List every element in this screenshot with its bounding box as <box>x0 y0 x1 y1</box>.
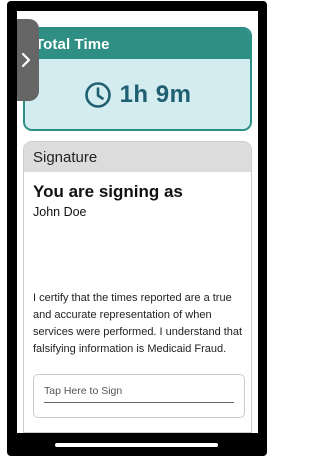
total-time-header: Total Time <box>25 29 250 59</box>
certification-text: I certify that the times reported are a … <box>33 292 243 355</box>
signature-input[interactable]: Tap Here to Sign <box>33 374 245 418</box>
total-time-row: 1h 9m <box>25 59 250 129</box>
total-time-card: Total Time 1h 9m <box>23 27 252 131</box>
signature-line <box>44 402 234 403</box>
chevron-right-icon <box>21 53 31 67</box>
phone-frame: Total Time 1h 9m Signature You are signi… <box>7 1 267 456</box>
signer-name: John Doe <box>33 205 87 219</box>
clock-icon <box>84 81 112 109</box>
signature-placeholder: Tap Here to Sign <box>44 385 123 397</box>
home-indicator <box>55 443 218 447</box>
signing-as-title: You are signing as <box>33 182 183 201</box>
screen: Total Time 1h 9m Signature You are signi… <box>17 11 258 433</box>
signature-card: Signature You are signing as John Doe I … <box>23 141 252 433</box>
signature-header: Signature <box>24 142 251 172</box>
side-drawer-handle[interactable] <box>17 19 39 101</box>
total-time-value: 1h 9m <box>119 81 192 108</box>
